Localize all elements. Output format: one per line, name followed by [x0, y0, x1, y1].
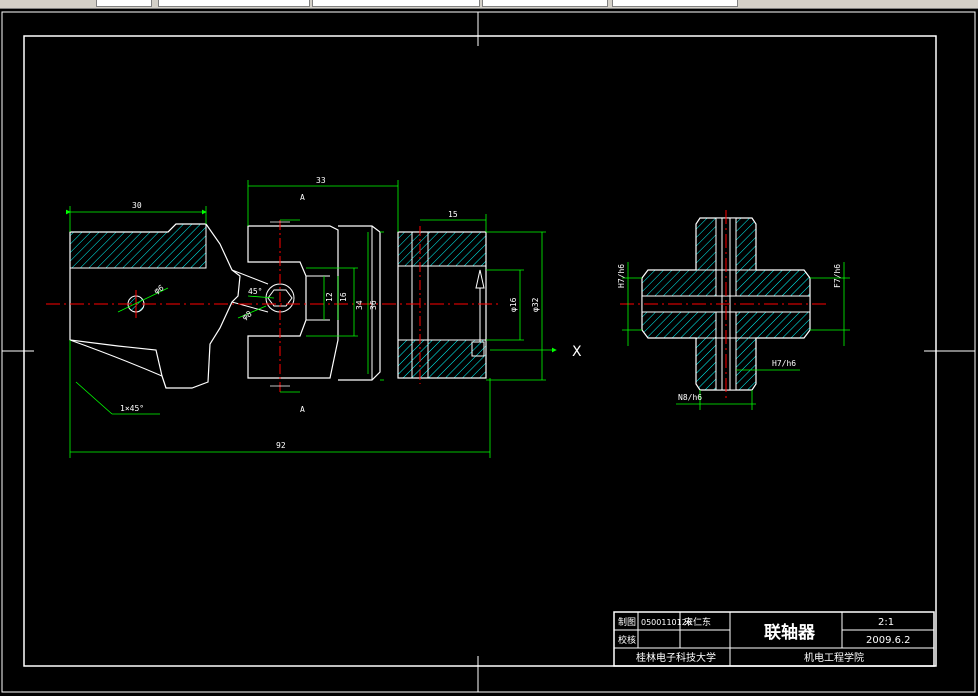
- toolbar-field-4[interactable]: [482, 0, 608, 7]
- right-hub-section-top: [397, 231, 487, 267]
- dim-34: 34: [355, 300, 364, 310]
- university: 桂林电子科技大学: [636, 651, 716, 664]
- fit-left: H7/h6: [617, 264, 626, 288]
- front-dimensions: [66, 180, 557, 458]
- cross-view: [620, 210, 830, 400]
- dim-36: 36: [369, 300, 378, 310]
- scale: 2:1: [878, 617, 894, 628]
- toolbar-field-3[interactable]: [312, 0, 480, 7]
- dim-right-width: 15: [448, 210, 458, 219]
- outer-border: [1, 11, 976, 693]
- part-name: 联轴器: [764, 622, 816, 643]
- left-yoke-edge: [161, 375, 167, 389]
- dim-left-width: 30: [132, 201, 142, 210]
- section-mark-bottom: A: [300, 405, 305, 414]
- fit-bottom-right: H7/h6: [772, 359, 796, 368]
- front-dimension-text: 30 33 15 92 1×45° A A φ6 45° φ8 12 16 34…: [120, 176, 582, 450]
- dim-16: 16: [339, 292, 348, 302]
- drawing-canvas[interactable]: 30 33 15 92 1×45° A A φ6 45° φ8 12 16 34…: [0, 8, 978, 696]
- dim-phi16: φ16: [509, 297, 518, 312]
- dim-12: 12: [325, 292, 334, 302]
- toolbar-field-1[interactable]: [96, 0, 152, 7]
- front-view: [46, 220, 500, 392]
- fit-bottom: N8/h6: [678, 393, 702, 402]
- drawn-label: 制图: [618, 616, 636, 628]
- right-hub-section-bottom: [397, 339, 487, 379]
- checked-label: 校核: [618, 634, 636, 646]
- axis-x-label: X: [572, 344, 582, 360]
- centering-marks: [2, 12, 975, 692]
- dim-overall-length: 92: [276, 441, 286, 450]
- toolbar-field-2[interactable]: [158, 0, 310, 7]
- dim-middle-width: 33: [316, 176, 326, 185]
- toolbar-field-5[interactable]: [612, 0, 738, 7]
- dim-phi-pin: φ8: [241, 309, 254, 322]
- title-block: 制图 校核 0500110120 宋仁东 联轴器 2:1 2009.6.2 桂林…: [613, 611, 935, 667]
- section-mark-top: A: [300, 193, 305, 202]
- left-yoke-section-top: [69, 223, 207, 269]
- right-hub-arrow: [475, 269, 485, 289]
- dim-chamfer: 1×45°: [120, 404, 144, 413]
- dim-angle: 45°: [248, 287, 262, 296]
- college: 机电工程学院: [804, 651, 864, 664]
- dim-phi32: φ32: [531, 297, 540, 312]
- date: 2009.6.2: [866, 635, 911, 646]
- author-name: 宋仁东: [684, 616, 711, 628]
- fit-right: F7/h6: [833, 264, 842, 288]
- dim-phi-small: φ6: [153, 283, 166, 296]
